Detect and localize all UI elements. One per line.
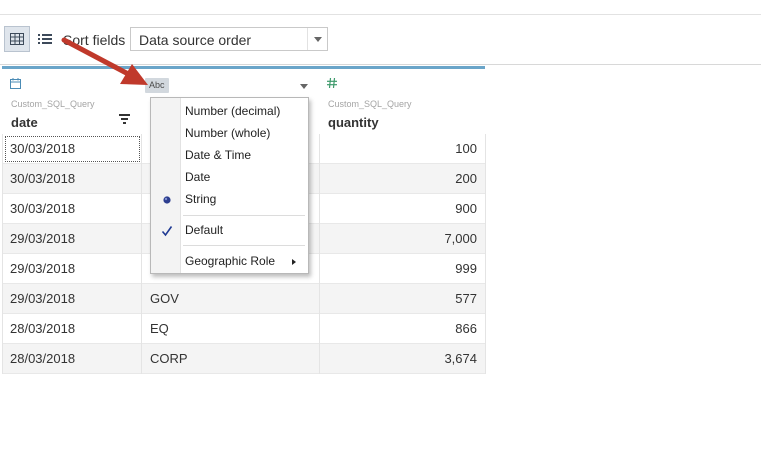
quantity-cell[interactable]: 200 [320, 164, 486, 194]
submenu-arrow-icon [292, 259, 296, 265]
sort-fields-label: Sort fields [63, 32, 126, 48]
table-row: 28/03/2018 CORP 3,674 [3, 344, 486, 374]
column-source: Custom_SQL_Query [328, 99, 412, 109]
date-cell[interactable]: 29/03/2018 [3, 254, 142, 284]
menu-item-label: Date [185, 170, 211, 184]
quantity-cell[interactable]: 866 [320, 314, 486, 344]
menu-separator [183, 215, 305, 216]
date-cell[interactable]: 30/03/2018 [3, 194, 142, 224]
menu-item-string[interactable]: String [151, 189, 308, 211]
type-cell[interactable]: GOV [142, 284, 320, 314]
list-view-icon [38, 34, 52, 44]
date-cell[interactable]: 28/03/2018 [3, 314, 142, 344]
column-name: quantity [328, 115, 379, 130]
sort-fields-dropdown[interactable]: Data source order [130, 27, 328, 51]
quantity-cell[interactable]: 100 [320, 134, 486, 164]
grid-view-icon [10, 33, 24, 45]
menu-item-label: String [185, 192, 217, 206]
header-divider [0, 64, 761, 65]
quantity-cell[interactable]: 900 [320, 194, 486, 224]
type-cell[interactable]: EQ [142, 314, 320, 344]
data-type-menu: Number (decimal) Number (whole) Date & T… [150, 97, 309, 274]
type-cell[interactable]: CORP [142, 344, 320, 374]
menu-item-label: Date & Time [185, 148, 252, 162]
menu-item-geographic-role[interactable]: Geographic Role [151, 251, 308, 273]
date-cell[interactable]: 29/03/2018 [3, 284, 142, 314]
table-row: 29/03/2018 GOV 577 [3, 284, 486, 314]
menu-item-date[interactable]: Date [151, 167, 308, 189]
string-type-icon[interactable]: Abc [145, 78, 169, 93]
toolbar: Sort fields Data source order [0, 26, 761, 54]
quantity-cell[interactable]: 3,674 [320, 344, 486, 374]
menu-item-number-decimal[interactable]: Number (decimal) [151, 101, 308, 123]
column-header-quantity[interactable]: Custom_SQL_Query quantity [319, 66, 485, 134]
menu-item-label: Geographic Role [185, 254, 276, 268]
sort-icon[interactable] [119, 113, 131, 124]
grid-view-button[interactable] [4, 26, 30, 52]
quantity-cell[interactable]: 577 [320, 284, 486, 314]
menu-item-label: Number (whole) [185, 126, 271, 140]
number-icon[interactable] [327, 78, 337, 88]
menu-separator [183, 245, 305, 246]
date-cell[interactable]: 30/03/2018 [3, 164, 142, 194]
column-header-date[interactable]: Custom_SQL_Query date [2, 66, 141, 134]
list-view-button[interactable] [32, 26, 58, 52]
chevron-down-icon [314, 37, 322, 42]
column-name: date [11, 115, 38, 130]
sort-fields-value: Data source order [139, 32, 252, 48]
table-row: 28/03/2018 EQ 866 [3, 314, 486, 344]
quantity-cell[interactable]: 7,000 [320, 224, 486, 254]
chevron-down-icon[interactable] [300, 84, 308, 89]
date-cell[interactable]: 29/03/2018 [3, 224, 142, 254]
menu-item-number-whole[interactable]: Number (whole) [151, 123, 308, 145]
menu-item-label: Number (decimal) [185, 104, 281, 118]
date-cell[interactable]: 30/03/2018 [3, 134, 142, 164]
menu-item-label: Default [185, 223, 224, 237]
column-source: Custom_SQL_Query [11, 99, 95, 109]
menu-item-default[interactable]: Default [151, 220, 308, 242]
top-divider [0, 14, 761, 15]
menu-item-date-time[interactable]: Date & Time [151, 145, 308, 167]
date-cell[interactable]: 28/03/2018 [3, 344, 142, 374]
radio-selected-icon [160, 193, 174, 207]
dropdown-toggle[interactable] [307, 28, 327, 50]
calendar-icon[interactable] [10, 78, 21, 89]
checkmark-icon [160, 224, 174, 238]
quantity-cell[interactable]: 999 [320, 254, 486, 284]
